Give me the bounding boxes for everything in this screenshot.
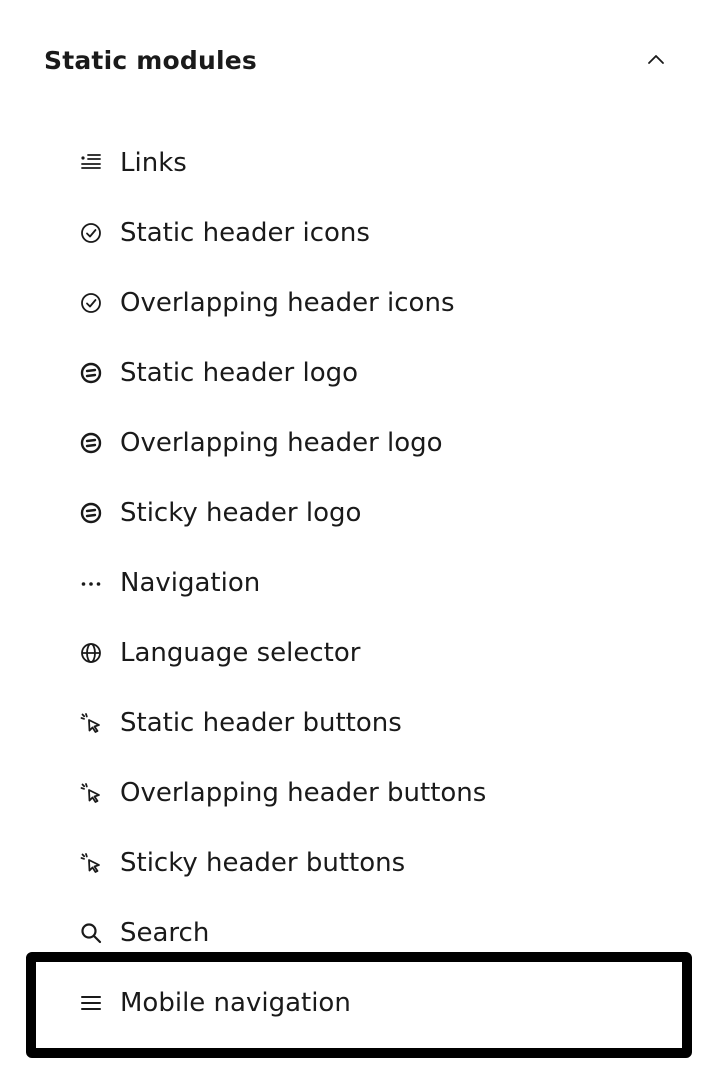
cursor-click-icon — [78, 850, 104, 876]
module-item-language-selector[interactable]: Language selector — [0, 618, 722, 688]
module-label: Overlapping header buttons — [120, 778, 487, 808]
module-label: Links — [120, 148, 187, 178]
module-label: Search — [120, 918, 210, 948]
cursor-click-icon — [78, 710, 104, 736]
module-item-static-header-buttons[interactable]: Static header buttons — [0, 688, 722, 758]
section-header-static-modules[interactable]: Static modules — [44, 30, 684, 90]
module-item-search[interactable]: Search — [0, 898, 722, 968]
check-circle-icon — [78, 290, 104, 316]
logo-icon — [78, 360, 104, 386]
module-item-navigation[interactable]: Navigation — [0, 548, 722, 618]
section-title: Static modules — [44, 45, 257, 75]
links-list-icon — [78, 150, 104, 176]
module-label: Sticky header logo — [120, 498, 362, 528]
module-label: Overlapping header icons — [120, 288, 455, 318]
module-item-overlapping-header-icons[interactable]: Overlapping header icons — [0, 268, 722, 338]
module-label: Mobile navigation — [120, 988, 351, 1018]
module-label: Static header logo — [120, 358, 359, 388]
module-item-sticky-header-buttons[interactable]: Sticky header buttons — [0, 828, 722, 898]
module-label: Navigation — [120, 568, 261, 598]
module-item-mobile-navigation[interactable]: Mobile navigation — [0, 968, 722, 1038]
module-label: Static header icons — [120, 218, 370, 248]
module-item-overlapping-header-logo[interactable]: Overlapping header logo — [0, 408, 722, 478]
check-circle-icon — [78, 220, 104, 246]
chevron-up-icon[interactable] — [642, 46, 670, 74]
static-modules-panel: Static modules Links Static header icons… — [0, 0, 722, 1077]
module-item-overlapping-header-buttons[interactable]: Overlapping header buttons — [0, 758, 722, 828]
globe-icon — [78, 640, 104, 666]
module-item-sticky-header-logo[interactable]: Sticky header logo — [0, 478, 722, 548]
module-label: Overlapping header logo — [120, 428, 443, 458]
ellipsis-icon — [78, 570, 104, 596]
cursor-click-icon — [78, 780, 104, 806]
logo-icon — [78, 500, 104, 526]
module-label: Language selector — [120, 638, 361, 668]
module-list: Links Static header icons Overlapping he… — [0, 128, 722, 1038]
logo-icon — [78, 430, 104, 456]
module-item-static-header-logo[interactable]: Static header logo — [0, 338, 722, 408]
module-label: Static header buttons — [120, 708, 402, 738]
module-label: Sticky header buttons — [120, 848, 406, 878]
hamburger-menu-icon — [78, 990, 104, 1016]
module-item-links[interactable]: Links — [0, 128, 722, 198]
search-icon — [78, 920, 104, 946]
module-item-static-header-icons[interactable]: Static header icons — [0, 198, 722, 268]
